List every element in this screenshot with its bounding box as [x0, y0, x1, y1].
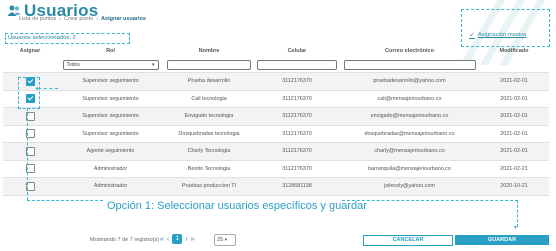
per-page-value: 25: [217, 237, 224, 243]
massive-assign-label: Asignación masiva: [477, 32, 527, 38]
cell-rol: Supervisor seguimiento: [57, 72, 164, 90]
users-table: Asignar Rol Nombre Celular Correo electr…: [3, 44, 549, 196]
selected-users-count: 2: [72, 35, 76, 41]
guide-line: [27, 108, 28, 200]
pagination: « ‹ 1 › »: [160, 234, 195, 244]
cell-rol: Administrador: [57, 177, 164, 196]
table-row: Supervisor seguimiento Prueba desarrollo 3…: [3, 72, 549, 90]
cell-rol: Supervisor seguimiento: [57, 124, 164, 143]
cell-modificado: 2021-02-21: [479, 159, 549, 178]
selected-users-counter: Usuarios seleccionados: 2: [5, 33, 130, 44]
column-header-rol: Rol: [106, 48, 115, 54]
cell-modificado: 2021-02-01: [479, 107, 549, 125]
guide-line: [517, 200, 518, 227]
cell-modificado: 2021-02-01: [479, 142, 549, 160]
cell-correo: charly@mensajeriourbano.co: [340, 142, 479, 160]
cell-nombre: Envigado tecnologia: [164, 107, 254, 125]
cell-nombre: Charly Tecnologia: [164, 142, 254, 160]
cell-rol: Agente seguimiento: [57, 142, 164, 160]
arrow-down-icon: ▾: [514, 225, 518, 231]
cell-correo: pruebadesarrollo@yahoo.com: [340, 72, 479, 90]
table-row: Supervisor seguimiento Dosquebradas tecno…: [3, 124, 549, 143]
annotation-prefix: Opción 1:: [107, 200, 155, 212]
prev-page-icon[interactable]: ‹: [167, 236, 169, 243]
guide-line: [342, 200, 518, 201]
breadcrumb: Lista de puntos › Crear punto › Asignar …: [19, 16, 146, 22]
table-row: Administrador Benito Tecnologia 3112176370…: [3, 159, 549, 178]
selected-users-label: Usuarios seleccionados:: [8, 35, 71, 41]
phone-filter-input[interactable]: [257, 60, 337, 70]
cell-nombre: Pruebas produccion TI: [164, 177, 254, 196]
table-row: Supervisor seguimiento Cali tecnologia 311…: [3, 89, 549, 108]
column-header-nombre: Nombre: [198, 48, 220, 54]
cell-rol: Supervisor seguimiento: [57, 89, 164, 108]
checkbox-highlight: [18, 77, 40, 109]
cell-correo: cali@mensajeriourbano.co: [340, 89, 479, 108]
column-header-modificado: Modificado: [499, 48, 529, 54]
role-filter-value: Todos: [66, 62, 80, 68]
chevron-down-icon: ▾: [224, 237, 228, 243]
massive-assign-highlight: [461, 9, 550, 47]
cell-celular: 3112176370: [254, 159, 340, 178]
cancel-button[interactable]: CANCELAR: [363, 235, 453, 246]
cell-nombre: Cali tecnologia: [164, 89, 254, 108]
cell-rol: Administrador: [57, 159, 164, 178]
name-filter-input[interactable]: [167, 60, 251, 70]
cell-correo: envigado@mensajeriourbano.co: [340, 107, 479, 125]
cell-modificado: 2021-02-01: [479, 124, 549, 143]
cell-celular: 3112176370: [254, 107, 340, 125]
role-filter-select[interactable]: Todos ▾: [62, 60, 159, 70]
cell-correo: jsilecely@yahoo.com: [340, 177, 479, 196]
column-header-celular: Celular: [287, 48, 307, 54]
cell-celular: 3112176370: [254, 142, 340, 160]
cell-modificado: 2020-10-21: [479, 177, 549, 196]
per-page-select[interactable]: 25 ▾: [214, 234, 236, 246]
breadcrumb-item-asignar: Asignar usuarios: [101, 16, 146, 22]
cell-celular: 3128681138: [254, 177, 340, 196]
next-page-icon[interactable]: ›: [185, 236, 187, 243]
table-row: Administrador Pruebas produccion TI 312868…: [3, 177, 549, 196]
annotation-text: Seleccionar usuarios específicos y guard…: [154, 200, 367, 212]
chevron-right-icon: ›: [96, 16, 99, 22]
guide-line: [38, 88, 58, 89]
cell-rol: Supervisor seguimiento: [57, 107, 164, 125]
cell-modificado: 2021-02-01: [479, 72, 549, 90]
checkmark-icon: ✔: [469, 32, 475, 39]
table-row: Supervisor seguimiento Envigado tecnologi…: [3, 107, 549, 125]
chevron-right-icon: ›: [59, 16, 62, 22]
chevron-down-icon: ▾: [151, 62, 155, 68]
cell-correo: barranquila@mensajeriourbano.co: [340, 159, 479, 178]
last-page-icon[interactable]: »: [191, 236, 195, 243]
column-header-correo: Correo electrónico: [385, 48, 434, 54]
pagination-info: Mostrando 7 de 7 registro(s): [90, 237, 160, 243]
cell-celular: 3112176370: [254, 124, 340, 143]
cell-celular: 3112176370: [254, 89, 340, 108]
cell-modificado: 2021-02-01: [479, 89, 549, 108]
cell-nombre: Dosquebradas tecnologia: [164, 124, 254, 143]
cell-correo: dosquebradas@mensajeriourbano.co: [340, 124, 479, 143]
page-button[interactable]: 1: [172, 234, 183, 244]
table-row: Agente seguimiento Charly Tecnologia 31121…: [3, 142, 549, 160]
guide-line: [27, 200, 103, 201]
column-header-asignar: Asignar: [19, 48, 41, 54]
massive-assign-link[interactable]: ✔ Asignación masiva: [469, 31, 526, 39]
save-button[interactable]: GUARDAR: [455, 235, 549, 245]
first-page-icon[interactable]: «: [160, 236, 164, 243]
cell-nombre: Prueba desarrollo: [164, 72, 254, 90]
email-filter-input[interactable]: [343, 60, 476, 70]
arrow-left-icon: ◂: [35, 86, 39, 92]
breadcrumb-item-crear[interactable]: Crear punto: [64, 16, 93, 22]
annotation-caption: Opción 1: Seleccionar usuarios específic…: [107, 200, 367, 212]
cell-nombre: Benito Tecnologia: [164, 159, 254, 178]
cell-celular: 3112176370: [254, 72, 340, 90]
breadcrumb-item-lista[interactable]: Lista de puntos: [19, 16, 56, 22]
